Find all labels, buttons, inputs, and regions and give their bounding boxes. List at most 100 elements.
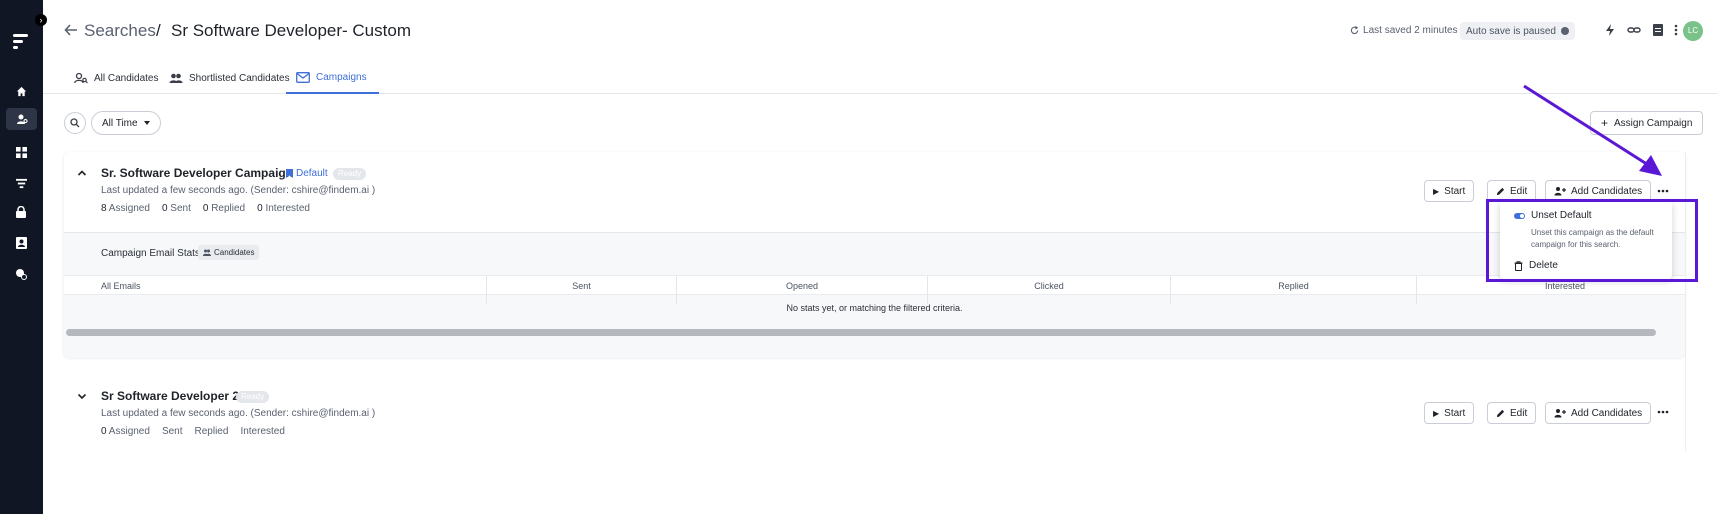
sent-stat: 0 Sent: [162, 203, 191, 214]
add-candidates-button[interactable]: Add Candidates: [1545, 402, 1652, 424]
people-icon: [203, 249, 211, 256]
filter-icon[interactable]: [12, 174, 30, 192]
col-opened: Opened: [785, 281, 819, 291]
annotation-highlight-box: [1486, 199, 1698, 282]
replied-stat: 0 Replied: [203, 203, 245, 214]
start-button[interactable]: ▶ Start: [1424, 180, 1475, 202]
more-vertical-icon[interactable]: [1669, 23, 1683, 37]
app-logo-icon[interactable]: [11, 31, 31, 51]
stats-empty-message: No stats yet, or matching the filtered c…: [786, 303, 963, 313]
assigned-stat[interactable]: 0 Assigned: [101, 426, 150, 437]
dashboard-icon[interactable]: [12, 143, 30, 161]
more-options-button[interactable]: [1655, 183, 1671, 199]
default-tag: Default: [286, 168, 328, 179]
search-people-icon[interactable]: [6, 108, 37, 130]
edit-label: Edit: [1510, 185, 1528, 197]
edit-label: Edit: [1510, 407, 1528, 419]
back-arrow-icon[interactable]: [64, 23, 78, 37]
campaign-email-stats: Campaign Email Stats Candidates All Emai…: [64, 232, 1685, 358]
sent-label: Sent: [170, 203, 191, 214]
col-clicked: Clicked: [1034, 281, 1064, 291]
sidebar: ›: [0, 0, 47, 514]
assigned-count: 0: [101, 426, 107, 437]
caret-down-icon: [143, 121, 150, 125]
campaign-stats-line: 0 Assigned Sent Replied Interested: [101, 426, 285, 437]
col-sent: Sent: [572, 281, 591, 291]
interested-stat: 0 Interested: [257, 203, 310, 214]
search-button[interactable]: [64, 112, 86, 134]
interested-count: 0: [257, 203, 263, 214]
annotation-arrow-icon: [1523, 84, 1662, 176]
autosave-text: Auto save is paused: [1465, 25, 1556, 37]
replied-label: Replied: [194, 426, 229, 437]
person-search-icon: [74, 72, 88, 84]
campaign-stats-line: 8 Assigned 0 Sent 0 Replied 0 Interested: [101, 203, 310, 214]
stats-table-header: All Emails Sent Opened Clicked Replied I…: [64, 275, 1685, 304]
pencil-icon: [1496, 409, 1505, 417]
campaign-updated-text: Last updated a few seconds ago. (Sender:…: [101, 185, 376, 196]
play-icon: ▶: [1433, 186, 1440, 196]
people-icon: [169, 73, 183, 83]
tab-all-candidates-label: All Candidates: [94, 72, 159, 84]
col-replied: Replied: [1278, 281, 1309, 291]
replied-label: Replied: [211, 203, 246, 214]
document-icon[interactable]: [1651, 23, 1665, 37]
horizontal-scrollbar[interactable]: [66, 329, 1656, 336]
mail-icon: [296, 71, 310, 83]
candidates-chip[interactable]: Candidates: [198, 245, 260, 260]
assigned-label: Assigned: [108, 203, 150, 214]
more-options-button[interactable]: [1655, 404, 1671, 420]
assigned-label: Assigned: [108, 426, 150, 437]
contacts-icon[interactable]: [12, 234, 30, 252]
autosave-badge[interactable]: Auto save is paused: [1459, 22, 1575, 40]
add-candidates-label: Add Candidates: [1571, 185, 1643, 197]
lock-icon[interactable]: [12, 203, 30, 221]
start-button[interactable]: ▶ Start: [1424, 402, 1475, 424]
campaign-title[interactable]: Sr Software Developer 2: [101, 389, 239, 403]
play-icon: ▶: [1433, 408, 1440, 418]
tab-campaigns[interactable]: Campaigns: [286, 62, 379, 94]
page-title: Sr Software Developer- Custom: [171, 21, 411, 40]
stats-panel-title: Campaign Email Stats: [101, 248, 200, 259]
campaign-card: Sr. Software Developer Campaign Default …: [64, 152, 1685, 358]
vertical-scroll-track[interactable]: [1685, 152, 1699, 452]
lightning-icon[interactable]: [1603, 23, 1617, 37]
link-icon[interactable]: [1627, 23, 1641, 37]
settings-people-icon[interactable]: [12, 265, 30, 283]
breadcrumb-searches[interactable]: Searches: [84, 21, 156, 41]
pencil-icon: [1496, 187, 1505, 195]
more-horizontal-icon: [1657, 189, 1669, 193]
autosave-pause-icon: [1561, 27, 1569, 35]
tab-shortlisted-candidates[interactable]: Shortlisted Candidates: [169, 62, 290, 94]
default-label: Default: [296, 168, 328, 179]
candidates-chip-label: Candidates: [214, 248, 255, 257]
interested-label: Interested: [265, 203, 310, 214]
chevron-down-icon[interactable]: [76, 390, 88, 402]
tab-shortlisted-label: Shortlisted Candidates: [189, 72, 290, 84]
add-person-icon: [1554, 409, 1566, 418]
add-person-icon: [1554, 187, 1566, 196]
breadcrumb-separator: /: [156, 21, 161, 40]
campaign-title[interactable]: Sr. Software Developer Campaign: [101, 166, 293, 180]
last-saved: Last saved 2 minutes ago: [1350, 25, 1477, 36]
sent-label: Sent: [161, 426, 183, 437]
assigned-count: 8: [101, 203, 107, 214]
add-candidates-label: Add Candidates: [1571, 407, 1643, 419]
avatar[interactable]: LC: [1683, 21, 1703, 41]
start-label: Start: [1444, 407, 1466, 419]
home-icon[interactable]: [12, 82, 30, 100]
chevron-up-icon[interactable]: [76, 167, 88, 179]
start-label: Start: [1444, 185, 1466, 197]
header: Searches / Sr Software Developer- Custom…: [43, 0, 1717, 62]
search-icon: [70, 118, 80, 128]
replied-count: 0: [202, 203, 209, 214]
edit-button[interactable]: Edit: [1487, 402, 1537, 424]
refresh-icon: [1350, 26, 1359, 35]
col-all-emails: All Emails: [101, 281, 141, 291]
bookmark-icon: [286, 169, 293, 178]
time-filter-select[interactable]: All Time: [91, 111, 161, 135]
assigned-stat[interactable]: 8 Assigned: [101, 203, 150, 214]
campaign-updated-text: Last updated a few seconds ago. (Sender:…: [101, 408, 376, 419]
tab-all-candidates[interactable]: All Candidates: [74, 62, 158, 94]
status-badge: Ready: [236, 391, 270, 403]
